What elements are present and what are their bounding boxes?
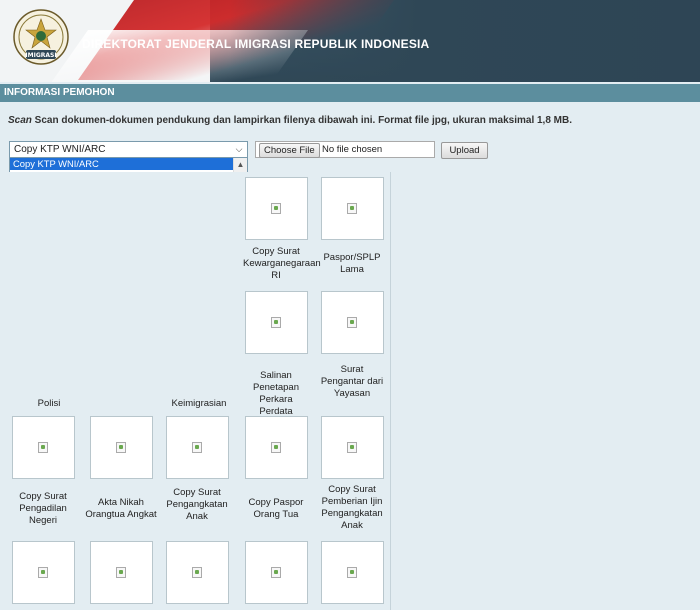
doc-caption: Copy Surat Pengadilan Negeri: [19, 491, 67, 526]
broken-image-icon: [347, 316, 357, 328]
doc-caption: Copy Surat Pengangkatan Anak: [166, 487, 228, 522]
doc-thumbnail[interactable]: [244, 416, 308, 479]
broken-image-icon: [347, 202, 357, 214]
doc-cell-pengangkatan-anak[interactable]: Copy Surat Pengangkatan Anak: [164, 416, 230, 523]
choose-file-button[interactable]: Choose File: [259, 143, 320, 158]
doc-caption: Surat Pengantar dari Yayasan: [320, 364, 384, 399]
doc-cell-kewarganegaraan[interactable]: Copy Surat Kewarganegaraan RI: [243, 177, 321, 282]
upload-button[interactable]: Upload: [441, 142, 488, 159]
header-banner: IMIGRASI DIREKTORAT JENDERAL IMIGRASI RE…: [0, 0, 700, 82]
doc-thumbnail[interactable]: [89, 416, 153, 479]
file-input[interactable]: Choose File No file chosen: [255, 141, 435, 158]
broken-image-icon: [271, 316, 281, 328]
doc-caption: Akta Nikah Orangtua Angkat: [85, 497, 157, 520]
doc-caption: Paspor/SPLP Lama: [323, 252, 381, 275]
doc-cell-surat-pengantar[interactable]: Surat Pengantar dari Yayasan: [319, 291, 385, 400]
instruction-italic-word: Scan: [8, 115, 32, 126]
doc-cell-akta-nikah[interactable]: Akta Nikah Orangtua Angkat: [85, 416, 157, 521]
broken-image-icon: [347, 441, 357, 453]
doc-cell-row4-2[interactable]: [88, 541, 154, 604]
doc-thumbnail[interactable]: [320, 416, 384, 479]
doc-thumbnail[interactable]: [89, 541, 153, 604]
broken-image-icon: [347, 566, 357, 578]
doc-caption-partial: Keimigrasian: [171, 398, 227, 409]
doc-cell-paspor-lama[interactable]: Paspor/SPLP Lama: [319, 177, 385, 276]
doc-caption-partial: Polisi: [37, 398, 61, 409]
broken-image-icon: [116, 441, 126, 453]
svg-text:IMIGRASI: IMIGRASI: [25, 52, 56, 59]
doc-thumbnail[interactable]: [320, 291, 384, 354]
broken-image-icon: [192, 441, 202, 453]
instruction-body: Scan dokumen-dokumen pendukung dan lampi…: [31, 115, 573, 126]
document-thumbnail-grid: Copy Surat Kewarganegaraan RI Paspor/SPL…: [4, 172, 391, 610]
doc-thumbnail[interactable]: [320, 541, 384, 604]
doc-thumbnail[interactable]: [11, 416, 75, 479]
imigrasi-logo: IMIGRASI: [13, 9, 69, 65]
doc-cell-row4-3[interactable]: [164, 541, 230, 604]
doc-thumbnail[interactable]: [244, 177, 308, 240]
doc-thumbnail[interactable]: [11, 541, 75, 604]
doc-thumbnail[interactable]: [165, 541, 229, 604]
instruction-text: Scan Scan dokumen-dokumen pendukung dan …: [8, 115, 572, 126]
broken-image-icon: [271, 441, 281, 453]
chevron-down-icon[interactable]: ⌵: [232, 143, 246, 156]
broken-image-icon: [38, 566, 48, 578]
doc-thumbnail[interactable]: [244, 291, 308, 354]
doc-cell-row4-1[interactable]: [10, 541, 76, 604]
doc-cell-salinan-penetapan[interactable]: Salinan Penetapan Perkara Perdata: [243, 291, 309, 418]
doc-cell-row4-4[interactable]: [243, 541, 309, 604]
document-type-select[interactable]: Copy KTP WNI/ARC ⌵: [9, 141, 248, 158]
doc-cell-row4-5[interactable]: [319, 541, 385, 604]
doc-cell-pengadilan-negeri[interactable]: Copy Surat Pengadilan Negeri: [10, 416, 76, 527]
doc-caption: Copy Surat Pemberian Ijin Pengangkatan A…: [321, 484, 383, 531]
broken-image-icon: [271, 202, 281, 214]
broken-image-icon: [271, 566, 281, 578]
doc-caption: Salinan Penetapan Perkara Perdata: [253, 370, 299, 417]
doc-cell-paspor-orang-tua[interactable]: Copy Paspor Orang Tua: [243, 416, 309, 521]
section-title: INFORMASI PEMOHON: [0, 84, 700, 102]
doc-cell-ijin-pengangkatan[interactable]: Copy Surat Pemberian Ijin Pengangkatan A…: [319, 416, 385, 532]
doc-caption: Copy Paspor Orang Tua: [248, 497, 304, 520]
header-title: DIREKTORAT JENDERAL IMIGRASI REPUBLIK IN…: [82, 37, 430, 51]
scroll-up-icon[interactable]: ▲: [236, 160, 245, 170]
select-value: Copy KTP WNI/ARC: [14, 144, 106, 155]
doc-thumbnail[interactable]: [165, 416, 229, 479]
broken-image-icon: [192, 566, 202, 578]
doc-caption: Copy Surat Kewarganegaraan RI: [243, 246, 321, 281]
broken-image-icon: [116, 566, 126, 578]
doc-thumbnail[interactable]: [320, 177, 384, 240]
dropdown-option[interactable]: Copy KTP WNI/ARC: [10, 158, 233, 171]
file-status: No file chosen: [322, 144, 383, 155]
doc-thumbnail[interactable]: [244, 541, 308, 604]
broken-image-icon: [38, 441, 48, 453]
